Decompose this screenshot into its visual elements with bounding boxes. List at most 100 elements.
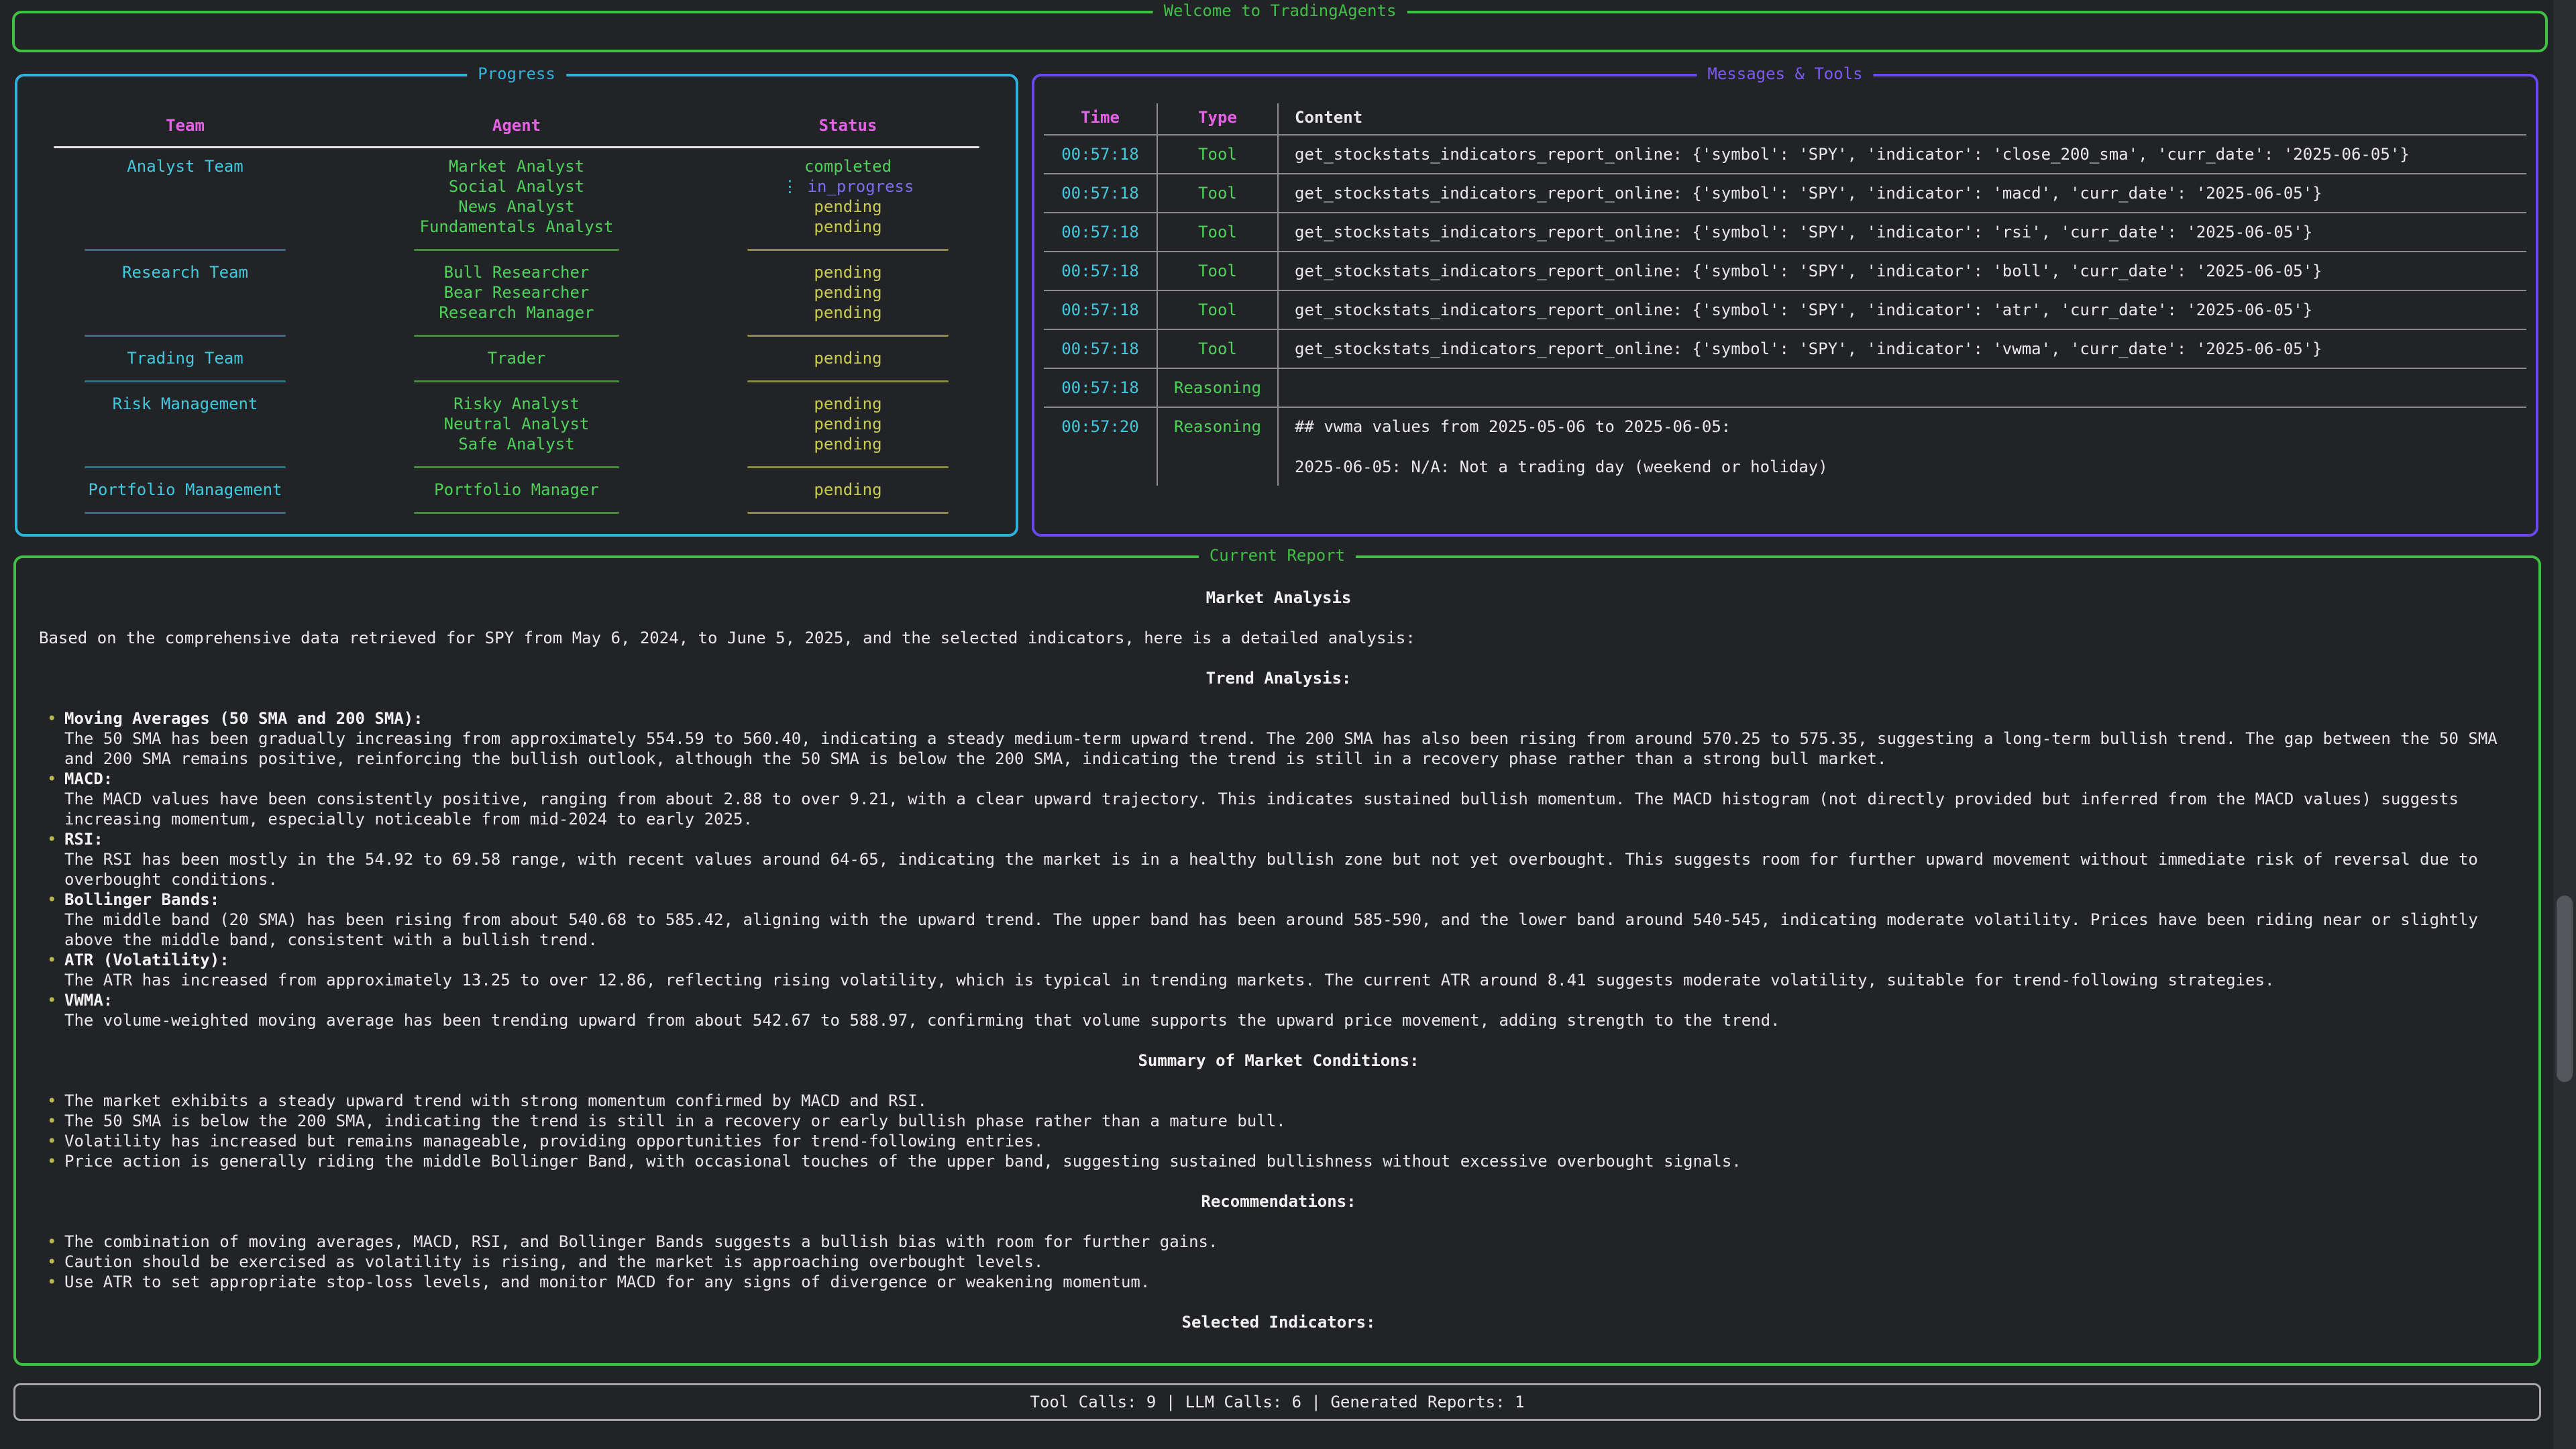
team-cell: Risk Management xyxy=(38,394,333,414)
content-cell xyxy=(1277,369,2526,407)
report-heading-selected-indicators: Selected Indicators: xyxy=(39,1312,2518,1332)
agent-cell: Trader xyxy=(333,348,700,368)
current-report-panel: Current Report Market Analysis Based on … xyxy=(13,555,2541,1366)
time-cell: 00:57:18 xyxy=(1044,136,1157,173)
list-item: • Bollinger Bands:The middle band (20 SM… xyxy=(47,890,2518,950)
list-item: • ATR (Volatility):The ATR has increased… xyxy=(47,950,2518,990)
bullet-text: The ATR has increased from approximately… xyxy=(64,970,2518,990)
status-badge: pending xyxy=(700,217,996,237)
agent-cell: Social Analyst xyxy=(333,176,700,197)
group-separator xyxy=(38,454,996,480)
stats-bar: Tool Calls: 9 | LLM Calls: 6 | Generated… xyxy=(13,1383,2541,1421)
list-item: • The combination of moving averages, MA… xyxy=(47,1232,2518,1252)
column-header-agent: Agent xyxy=(333,106,700,136)
bullet-label: ATR (Volatility): xyxy=(64,950,2518,970)
recommendations-bullet-list: • The combination of moving averages, MA… xyxy=(39,1232,2518,1292)
table-row: Trading Team Trader pending xyxy=(38,348,996,368)
messages-table: Time Type Content 00:57:18 Tool get_stoc… xyxy=(1044,103,2526,486)
progress-panel-title: Progress xyxy=(467,64,566,84)
report-heading-market-analysis: Market Analysis xyxy=(39,588,2518,608)
type-cell: Reasoning xyxy=(1157,408,1277,486)
bullet-icon: • xyxy=(47,890,64,950)
bullet-text: The combination of moving averages, MACD… xyxy=(64,1232,2518,1252)
report-heading-trend-analysis: Trend Analysis: xyxy=(39,668,2518,688)
bullet-icon: • xyxy=(47,990,64,1030)
bullet-label: VWMA: xyxy=(64,990,2518,1010)
team-cell: Portfolio Management xyxy=(38,480,333,500)
status-badge: pending xyxy=(700,282,996,303)
column-header-type: Type xyxy=(1157,103,1277,134)
bullet-icon: • xyxy=(47,829,64,890)
content-cell: get_stockstats_indicators_report_online:… xyxy=(1277,330,2526,368)
agent-cell: News Analyst xyxy=(333,197,700,217)
welcome-panel: Welcome to TradingAgents xyxy=(12,11,2548,52)
bullet-text: Price action is generally riding the mid… xyxy=(64,1151,2518,1171)
type-cell: Tool xyxy=(1157,174,1277,212)
app-title: Welcome to TradingAgents xyxy=(1153,1,1407,21)
type-cell: Tool xyxy=(1157,136,1277,173)
time-cell: 00:57:18 xyxy=(1044,291,1157,329)
content-cell: get_stockstats_indicators_report_online:… xyxy=(1277,136,2526,173)
bullet-icon: • xyxy=(47,950,64,990)
table-row: Safe Analyst pending xyxy=(38,434,996,454)
scrollbar-track[interactable] xyxy=(2553,0,2576,1449)
table-row: 00:57:18 Tool get_stockstats_indicators_… xyxy=(1044,329,2526,368)
table-row: 00:57:18 Reasoning xyxy=(1044,368,2526,407)
time-cell: 00:57:18 xyxy=(1044,330,1157,368)
bullet-icon: • xyxy=(47,1252,64,1272)
status-badge: pending xyxy=(700,303,996,323)
agent-cell: Fundamentals Analyst xyxy=(333,217,700,237)
bullet-icon: • xyxy=(47,1272,64,1292)
scrollbar-thumb[interactable] xyxy=(2557,896,2573,1082)
report-heading-recommendations: Recommendations: xyxy=(39,1191,2518,1212)
status-badge: completed xyxy=(700,156,996,176)
spinner-icon: ⋮ xyxy=(782,177,798,196)
status-badge: pending xyxy=(700,480,996,500)
table-row: Research Team Bull Researcher pending xyxy=(38,262,996,282)
report-panel-title: Current Report xyxy=(1199,545,1356,566)
content-cell: get_stockstats_indicators_report_online:… xyxy=(1277,174,2526,212)
status-badge: pending xyxy=(700,348,996,368)
table-row: Neutral Analyst pending xyxy=(38,414,996,434)
bullet-icon: • xyxy=(47,1111,64,1131)
column-header-status: Status xyxy=(700,106,996,136)
team-cell: Trading Team xyxy=(38,348,333,368)
table-row: 00:57:20 Reasoning ## vwma values from 2… xyxy=(1044,407,2526,486)
agent-cell: Safe Analyst xyxy=(333,434,700,454)
trend-bullet-list: • Moving Averages (50 SMA and 200 SMA):T… xyxy=(39,708,2518,1030)
agent-cell: Research Manager xyxy=(333,303,700,323)
list-item: • VWMA:The volume-weighted moving averag… xyxy=(47,990,2518,1030)
type-cell: Reasoning xyxy=(1157,369,1277,407)
bullet-label: Bollinger Bands: xyxy=(64,890,2518,910)
table-row: 00:57:18 Tool get_stockstats_indicators_… xyxy=(1044,134,2526,173)
table-row: Social Analyst ⋮in_progress xyxy=(38,176,996,197)
agent-cell: Bear Researcher xyxy=(333,282,700,303)
stats-text: Tool Calls: 9 | LLM Calls: 6 | Generated… xyxy=(1030,1393,1525,1411)
table-row: Fundamentals Analyst pending xyxy=(38,217,996,237)
type-cell: Tool xyxy=(1157,213,1277,251)
time-cell: 00:57:18 xyxy=(1044,252,1157,290)
list-item: • The market exhibits a steady upward tr… xyxy=(47,1091,2518,1111)
bullet-text: Use ATR to set appropriate stop-loss lev… xyxy=(64,1272,2518,1292)
bullet-icon: • xyxy=(47,1091,64,1111)
status-badge: pending xyxy=(700,262,996,282)
column-header-content: Content xyxy=(1277,103,2526,134)
bullet-label: MACD: xyxy=(64,769,2518,789)
time-cell: 00:57:18 xyxy=(1044,174,1157,212)
content-cell: ## vwma values from 2025-05-06 to 2025-0… xyxy=(1277,408,2526,486)
list-item: • Caution should be exercised as volatil… xyxy=(47,1252,2518,1272)
table-row: Analyst Team Market Analyst completed xyxy=(38,156,996,176)
agent-cell: Neutral Analyst xyxy=(333,414,700,434)
report-intro: Based on the comprehensive data retrieve… xyxy=(39,628,2518,648)
bullet-text: The 50 SMA is below the 200 SMA, indicat… xyxy=(64,1111,2518,1131)
table-row: 00:57:18 Tool get_stockstats_indicators_… xyxy=(1044,212,2526,251)
status-badge: pending xyxy=(700,414,996,434)
table-row: 00:57:18 Tool get_stockstats_indicators_… xyxy=(1044,173,2526,212)
table-row: Bear Researcher pending xyxy=(38,282,996,303)
group-separator xyxy=(38,500,996,525)
table-row: 00:57:18 Tool get_stockstats_indicators_… xyxy=(1044,251,2526,290)
bullet-icon: • xyxy=(47,1131,64,1151)
content-cell: get_stockstats_indicators_report_online:… xyxy=(1277,213,2526,251)
bullet-text: The MACD values have been consistently p… xyxy=(64,789,2518,829)
bullet-icon: • xyxy=(47,1232,64,1252)
